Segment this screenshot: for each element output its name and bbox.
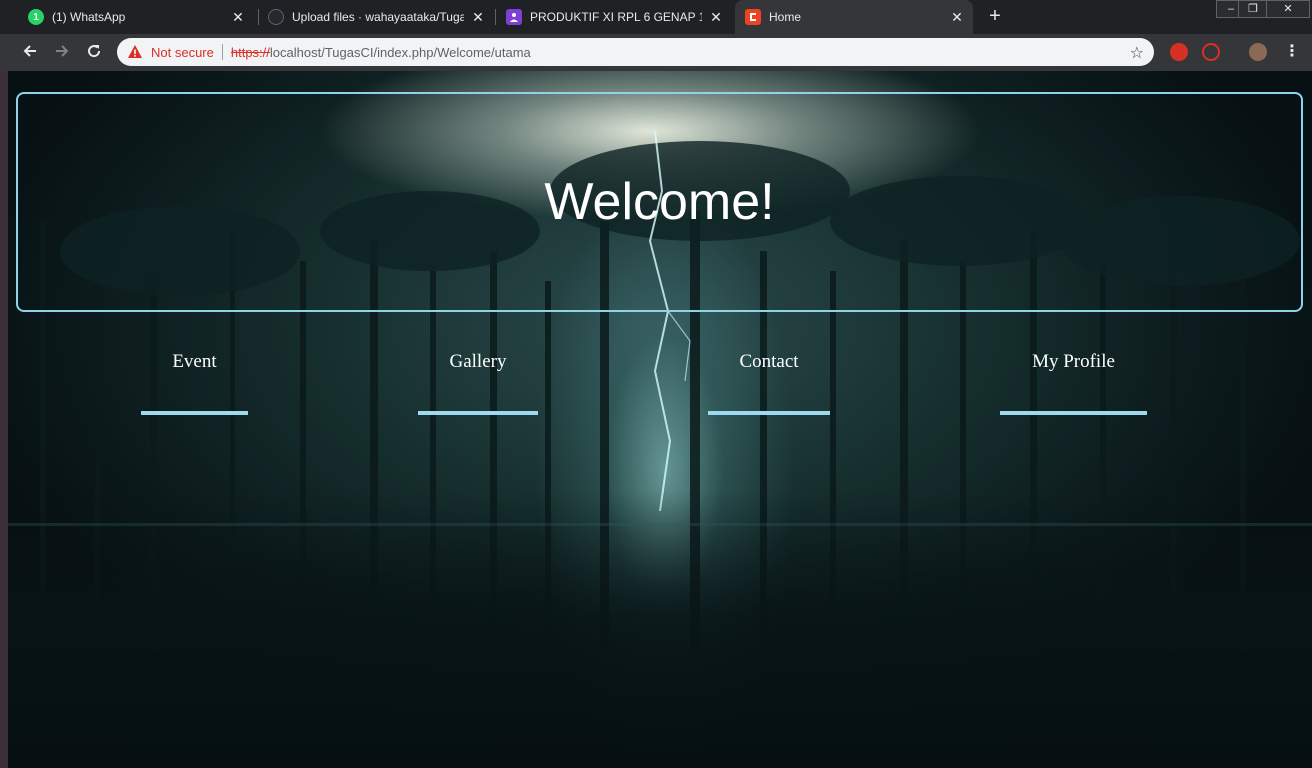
nav-underline <box>1000 411 1147 415</box>
nav-item-gallery[interactable]: Gallery <box>418 351 538 415</box>
browser-toolbar: Not secure https:// localhost/TugasCI/in… <box>0 34 1312 71</box>
back-icon[interactable] <box>20 42 40 62</box>
new-tab-button[interactable]: + <box>985 6 1005 26</box>
tab-title: Home <box>769 10 802 24</box>
tab-home[interactable]: Home ✕ <box>735 0 973 34</box>
browser-menu-icon[interactable]: ⋮ <box>1284 42 1300 62</box>
tab-classroom[interactable]: PRODUKTIF XI RPL 6 GENAP 1819 ✕ <box>498 0 730 34</box>
tab-title: PRODUKTIF XI RPL 6 GENAP 1819 <box>530 10 702 24</box>
nav-item-label[interactable]: My Profile <box>1000 351 1147 373</box>
reload-icon[interactable] <box>84 42 104 62</box>
tab-github[interactable]: Upload files · wahayaataka/TugasCI ✕ <box>260 0 492 34</box>
page-title: Welcome! <box>544 173 775 231</box>
close-tab-icon[interactable]: ✕ <box>470 9 486 25</box>
nav-item-event[interactable]: Event <box>141 351 248 415</box>
nav-item-label[interactable]: Event <box>141 351 248 373</box>
address-bar[interactable]: Not secure https:// localhost/TugasCI/in… <box>117 38 1154 66</box>
notification-badge: 1 <box>33 11 39 23</box>
tab-whatsapp[interactable]: 1 (1) WhatsApp ✕ <box>20 0 252 34</box>
nav-underline <box>141 411 248 415</box>
close-tab-icon[interactable]: ✕ <box>708 9 724 25</box>
whatsapp-icon: 1 <box>28 9 44 25</box>
github-icon <box>268 9 284 25</box>
bookmark-star-icon[interactable]: ☆ <box>1130 43 1144 63</box>
omnibox-divider <box>221 44 223 60</box>
restore-button[interactable]: ❐ <box>1238 0 1268 18</box>
classroom-icon <box>506 9 522 25</box>
nav-item-label[interactable]: Gallery <box>418 351 538 373</box>
close-tab-icon[interactable]: ✕ <box>949 9 965 25</box>
url-scheme: https:// <box>230 44 270 60</box>
ground-shadow <box>0 491 1312 768</box>
block-extension-icon[interactable] <box>1202 43 1220 61</box>
nav-item-my-profile[interactable]: My Profile <box>1000 351 1147 415</box>
warning-icon <box>128 45 142 58</box>
tab-title: (1) WhatsApp <box>52 10 126 24</box>
close-window-button[interactable]: ✕ <box>1266 0 1310 18</box>
window-edge <box>0 71 8 768</box>
profile-avatar[interactable] <box>1249 43 1267 61</box>
codeigniter-icon <box>745 9 761 25</box>
nav-underline <box>708 411 830 415</box>
page-viewport: Welcome! Event Gallery Contact My Profil… <box>0 71 1312 768</box>
welcome-banner: Welcome! <box>16 92 1303 312</box>
close-tab-icon[interactable]: ✕ <box>230 9 246 25</box>
security-status[interactable]: Not secure <box>151 45 214 60</box>
tab-separator <box>258 9 259 25</box>
forward-icon[interactable] <box>52 42 72 62</box>
tab-separator <box>495 9 496 25</box>
nav-item-contact[interactable]: Contact <box>708 351 830 415</box>
nav-underline <box>418 411 538 415</box>
url-path: localhost/TugasCI/index.php/Welcome/utam… <box>269 44 531 60</box>
nav-item-label[interactable]: Contact <box>708 351 830 373</box>
tab-strip: 1 (1) WhatsApp ✕ Upload files · wahayaat… <box>0 0 1312 34</box>
adblock-extension-icon[interactable] <box>1170 43 1188 61</box>
tab-title: Upload files · wahayaataka/TugasCI <box>292 10 464 24</box>
